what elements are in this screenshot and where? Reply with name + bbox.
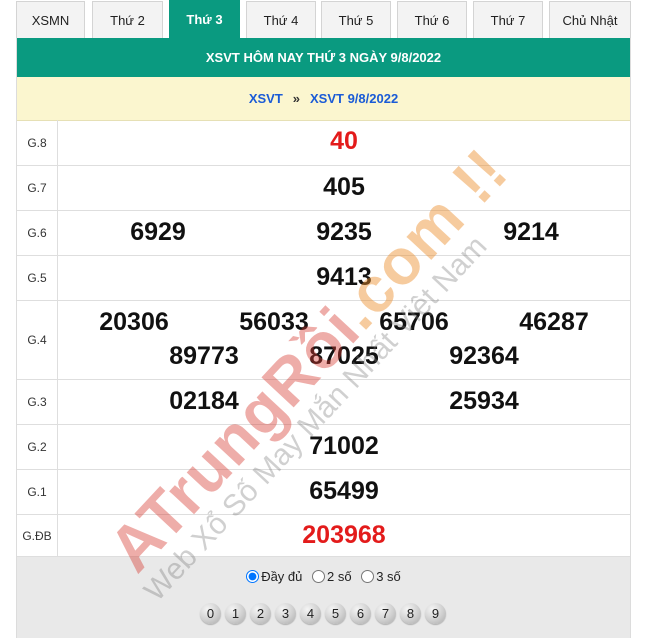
prize-number: 9413 [316, 263, 372, 291]
digit-ball[interactable]: 2 [250, 603, 271, 624]
tab-thu-7[interactable]: Thứ 7 [473, 1, 543, 38]
prize-label: G.2 [17, 425, 58, 469]
option-full-label: Đầy đủ [261, 569, 303, 584]
digit-ball[interactable]: 7 [375, 603, 396, 624]
prize-row-g7: G.7 405 [17, 166, 630, 211]
radio-full[interactable] [246, 570, 260, 583]
special-prize-number: 203968 [302, 521, 386, 549]
digit-ball[interactable]: 5 [325, 603, 346, 624]
digit-ball[interactable]: 0 [200, 603, 221, 624]
prize-row-g4: G.4 20306 56033 65706 46287 89773 87025 … [17, 301, 630, 380]
radio-two-digits[interactable] [312, 570, 326, 583]
option-full[interactable]: Đầy đủ [246, 569, 306, 584]
breadcrumb-home-link[interactable]: XSVT [249, 91, 283, 106]
prize-label: G.3 [17, 380, 58, 424]
prize-number: 6929 [130, 218, 186, 246]
breadcrumb-separator: » [292, 91, 301, 106]
option-three-label: 3 số [376, 569, 401, 584]
prize-label: G.7 [17, 166, 58, 210]
tab-chu-nhat[interactable]: Chủ Nhật [549, 1, 631, 38]
prize-number: 46287 [519, 308, 589, 336]
digit-ball[interactable]: 8 [400, 603, 421, 624]
prize-row-g8: G.8 40 [17, 120, 630, 166]
prize-row-g5: G.5 9413 [17, 256, 630, 301]
prize-number: 02184 [169, 387, 239, 415]
digit-ball[interactable]: 9 [425, 603, 446, 624]
prize-number: 9214 [503, 218, 559, 246]
prize-number: 405 [323, 173, 365, 201]
tab-thu-2[interactable]: Thứ 2 [92, 1, 163, 38]
tab-thu-4[interactable]: Thứ 4 [246, 1, 316, 38]
prize-label: G.1 [17, 470, 58, 514]
prize-number: 25934 [449, 387, 519, 415]
option-two[interactable]: 2 số [312, 569, 355, 584]
prize-number: 56033 [239, 308, 309, 336]
prize-number: 89773 [169, 342, 239, 370]
prize-row-g3: G.3 02184 25934 [17, 380, 630, 425]
tab-thu-6[interactable]: Thứ 6 [397, 1, 467, 38]
prize-label: G.5 [17, 256, 58, 300]
prize-row-g6: G.6 6929 9235 9214 [17, 211, 630, 256]
page-title: XSVT HÔM NAY THỨ 3 NGÀY 9/8/2022 [17, 38, 630, 77]
prize-row-g1: G.1 65499 [17, 470, 630, 515]
tab-thu-5[interactable]: Thứ 5 [321, 1, 391, 38]
prize-row-g2: G.2 71002 [17, 425, 630, 470]
tab-thu-3[interactable]: Thứ 3 [169, 0, 240, 38]
tab-xsmn[interactable]: XSMN [16, 1, 85, 38]
prize-label: G.ĐB [17, 515, 58, 556]
prize-label: G.8 [17, 120, 58, 165]
digit-ball[interactable]: 4 [300, 603, 321, 624]
prize-label: G.6 [17, 211, 58, 255]
option-three[interactable]: 3 số [361, 569, 401, 584]
display-options-footer: Đầy đủ 2 số 3 số [17, 557, 630, 638]
breadcrumb-current-link[interactable]: XSVT 9/8/2022 [310, 91, 398, 106]
prize-number: 65706 [379, 308, 449, 336]
digit-ball[interactable]: 3 [275, 603, 296, 624]
breadcrumb: XSVT » XSVT 9/8/2022 [17, 77, 630, 121]
results-panel: XSVT HÔM NAY THỨ 3 NGÀY 9/8/2022 XSVT » … [16, 38, 631, 638]
digit-ball[interactable]: 6 [350, 603, 371, 624]
prize-number: 71002 [309, 432, 379, 460]
prize-number: 87025 [309, 342, 379, 370]
prize-number: 20306 [99, 308, 169, 336]
prize-label: G.4 [17, 301, 58, 379]
prize-number: 65499 [309, 477, 379, 505]
digit-ball[interactable]: 1 [225, 603, 246, 624]
prize-number: 9235 [316, 218, 372, 246]
prize-number: 40 [330, 127, 358, 155]
display-mode-radios: Đầy đủ 2 số 3 số [17, 569, 630, 584]
option-two-label: 2 số [327, 569, 352, 584]
prize-number: 92364 [449, 342, 519, 370]
prize-row-special: G.ĐB 203968 [17, 515, 630, 557]
radio-three-digits[interactable] [361, 570, 375, 583]
day-tabs: XSMN Thứ 2 Thứ 3 Thứ 4 Thứ 5 Thứ 6 Thứ 7… [0, 0, 646, 38]
